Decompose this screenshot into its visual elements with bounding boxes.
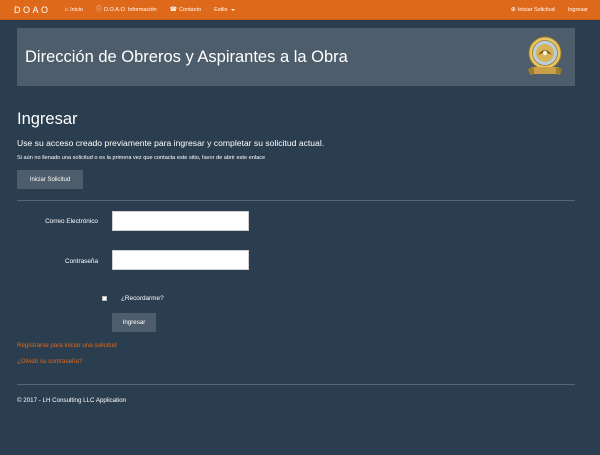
home-icon: ⌂ [64, 6, 69, 13]
info-icon: ⓘ [95, 6, 102, 13]
nav-item-info[interactable]: ⓘ D.O.A.O. Información [96, 7, 157, 13]
nav-item-label: Ingresar [567, 6, 588, 13]
nav-dropdown-estilo[interactable]: Estilo [214, 6, 235, 13]
nav-item-contacto[interactable]: ☎ Contacto [170, 7, 202, 13]
top-navbar: DOAO ⌂ Inicio ⓘ D.O.A.O. Información ☎ C… [0, 0, 600, 20]
nav-item-iniciar-solicitud[interactable]: ⊕ Iniciar Solicitud [511, 7, 555, 13]
nav-item-inicio[interactable]: ⌂ Inicio [65, 7, 83, 13]
page-title: Dirección de Obreros y Aspirantes a la O… [25, 47, 348, 66]
caret-down-icon [230, 8, 235, 11]
login-instructions: Use su acceso creado previamente para in… [17, 138, 325, 148]
register-link[interactable]: Registrarse para iniciar una solicitud [17, 342, 117, 349]
remember-me-checkbox[interactable] [102, 296, 107, 301]
nav-item-label: D.O.A.O. Información [104, 6, 157, 13]
seal-icon [528, 36, 562, 75]
login-submit-button[interactable]: Ingresar [112, 313, 156, 332]
start-application-button[interactable]: Iniciar Solicitud [17, 170, 83, 189]
nav-item-ingresar[interactable]: Ingresar [568, 7, 588, 13]
email-label: Correo Electrónico [45, 218, 98, 225]
password-label: Contraseña [64, 258, 98, 265]
nav-item-label: Contacto [179, 6, 202, 13]
nav-right-group: ⊕ Iniciar Solicitud Ingresar [511, 7, 600, 13]
brand-link[interactable]: DOAO [14, 5, 51, 15]
add-icon: ⊕ [510, 6, 516, 13]
nav-item-label: Inicio [70, 6, 83, 13]
first-time-note: Si aún no llenado una solicitud o es la … [17, 155, 266, 161]
remember-me-label[interactable]: ¿Recordarme? [121, 295, 164, 302]
footer-divider [17, 384, 575, 385]
header-banner: Dirección de Obreros y Aspirantes a la O… [17, 28, 575, 86]
nav-item-label: Iniciar Solicitud [517, 6, 555, 13]
forgot-password-link[interactable]: ¿Olvidó su contraseña? [17, 358, 82, 365]
divider [17, 200, 575, 201]
footer-copyright: © 2017 - LH Consulting LLC Application [17, 397, 127, 404]
nav-item-label: Estilo [214, 6, 228, 13]
password-field[interactable] [112, 250, 249, 270]
login-heading: Ingresar [17, 110, 78, 128]
phone-icon: ☎ [169, 6, 178, 13]
email-field[interactable] [112, 211, 249, 231]
